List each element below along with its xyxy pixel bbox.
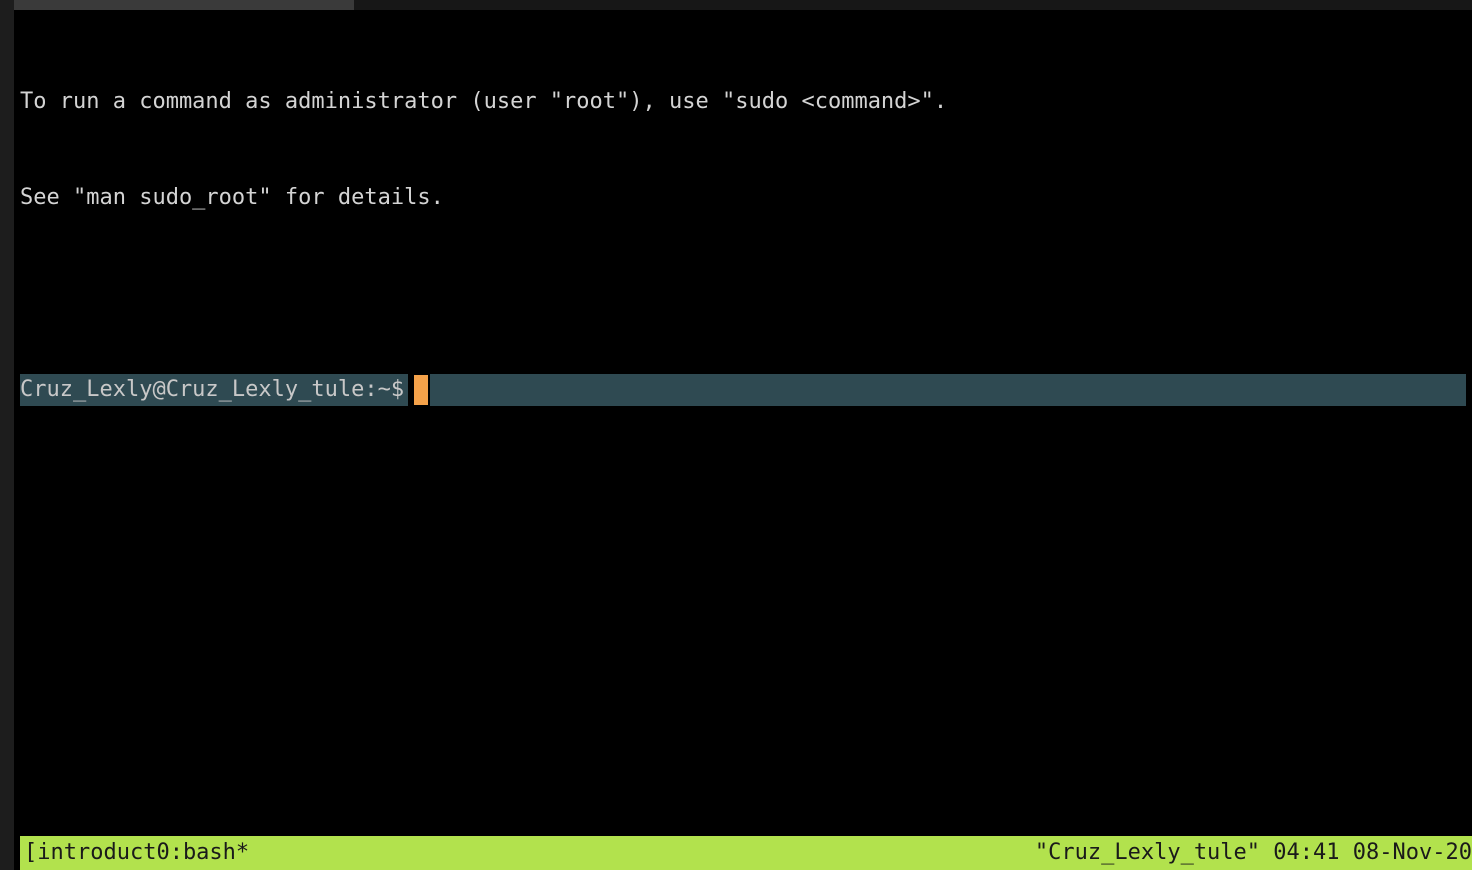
active-tab-indicator — [14, 0, 354, 10]
motd-line-2: See "man sudo_root" for details. — [20, 182, 1466, 214]
shell-prompt-row[interactable]: Cruz_Lexly@Cruz_Lexly_tule:~$ — [20, 374, 1466, 406]
cursor-icon — [414, 375, 428, 405]
terminal-output[interactable]: To run a command as administrator (user … — [20, 22, 1466, 830]
command-input-area[interactable] — [430, 374, 1466, 406]
terminal-window[interactable]: To run a command as administrator (user … — [14, 10, 1472, 870]
blank-line — [20, 278, 1466, 310]
status-host: "Cruz_Lexly_tule" — [1035, 840, 1260, 865]
motd-line-1: To run a command as administrator (user … — [20, 86, 1466, 118]
window-tab-strip — [14, 0, 1472, 10]
shell-prompt: Cruz_Lexly@Cruz_Lexly_tule:~$ — [20, 374, 408, 406]
desktop-dock-strip — [0, 0, 14, 870]
tmux-status-bar: [introduct0:bash* "Cruz_Lexly_tule" 04:4… — [20, 836, 1472, 870]
status-date: 08-Nov-20 — [1353, 840, 1472, 865]
prompt-userhost: Cruz_Lexly@Cruz_Lexly_tule:~$ — [20, 377, 404, 402]
tmux-status-right: "Cruz_Lexly_tule" 04:41 08-Nov-20 — [1035, 837, 1472, 869]
status-time: 04:41 — [1273, 840, 1339, 865]
tmux-status-left: [introduct0:bash* — [20, 837, 1035, 869]
